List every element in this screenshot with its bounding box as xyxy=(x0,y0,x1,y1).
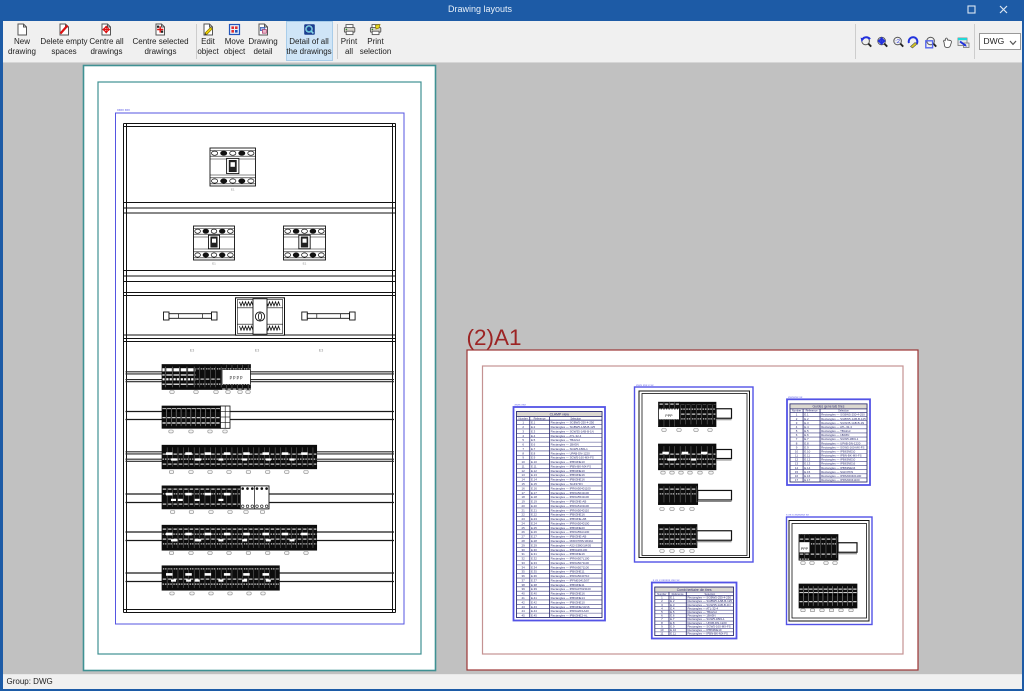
svg-text:E.11: E.11 xyxy=(670,632,676,636)
svg-text:x xx x xxxxxx xxx xx: x xx x xxxxxx xxx xx xyxy=(653,578,680,582)
svg-text:45: 45 xyxy=(522,614,526,618)
svg-text:p p p p: p p p p xyxy=(230,375,243,380)
svg-text:11: 11 xyxy=(660,632,663,636)
svg-text::2: :2 xyxy=(895,39,900,45)
svg-text:PPP: PPP xyxy=(801,547,809,551)
svg-text:Rectangles — IPB63NE2-AL: Rectangles — IPB63NE2-AL xyxy=(551,614,588,618)
svg-text:xxxxxxx xx: xxxxxxx xx xyxy=(788,395,803,399)
svg-text:E1: E1 xyxy=(231,188,235,192)
svg-text:x xx x xxxxxxx xx: x xx x xxxxxxx xx xyxy=(786,513,809,517)
svg-text:CLAMP view: CLAMP view xyxy=(550,412,570,416)
svg-text:E1: E1 xyxy=(212,262,216,266)
svg-text:PPP: PPP xyxy=(665,414,673,418)
svg-text:Rectangles — IPBN-BK-MX-FS: Rectangles — IPBN-BK-MX-FS xyxy=(687,632,728,636)
svg-text:E3: E3 xyxy=(255,349,259,353)
svg-text:Guides generals tires: Guides generals tires xyxy=(812,405,844,409)
svg-text:Reference: Reference xyxy=(534,416,547,420)
svg-text:E.45: E.45 xyxy=(531,614,537,618)
svg-text:17: 17 xyxy=(795,478,799,482)
svg-text:E1: E1 xyxy=(303,262,307,266)
svg-text:(2)A1: (2)A1 xyxy=(467,325,522,350)
svg-text:xxxx xxx: xxxx xxx xyxy=(515,403,527,407)
svg-text:Rectangles — IPR6A5041100: Rectangles — IPR6A5041100 xyxy=(821,478,860,482)
svg-text:E3: E3 xyxy=(190,349,194,353)
svg-text:E.17: E.17 xyxy=(804,478,810,482)
svg-text:Combi tertiaire din tires: Combi tertiaire din tires xyxy=(677,588,712,592)
svg-text:xxxx xxx: xxxx xxx xyxy=(117,108,130,112)
svg-text:E3: E3 xyxy=(319,349,323,353)
